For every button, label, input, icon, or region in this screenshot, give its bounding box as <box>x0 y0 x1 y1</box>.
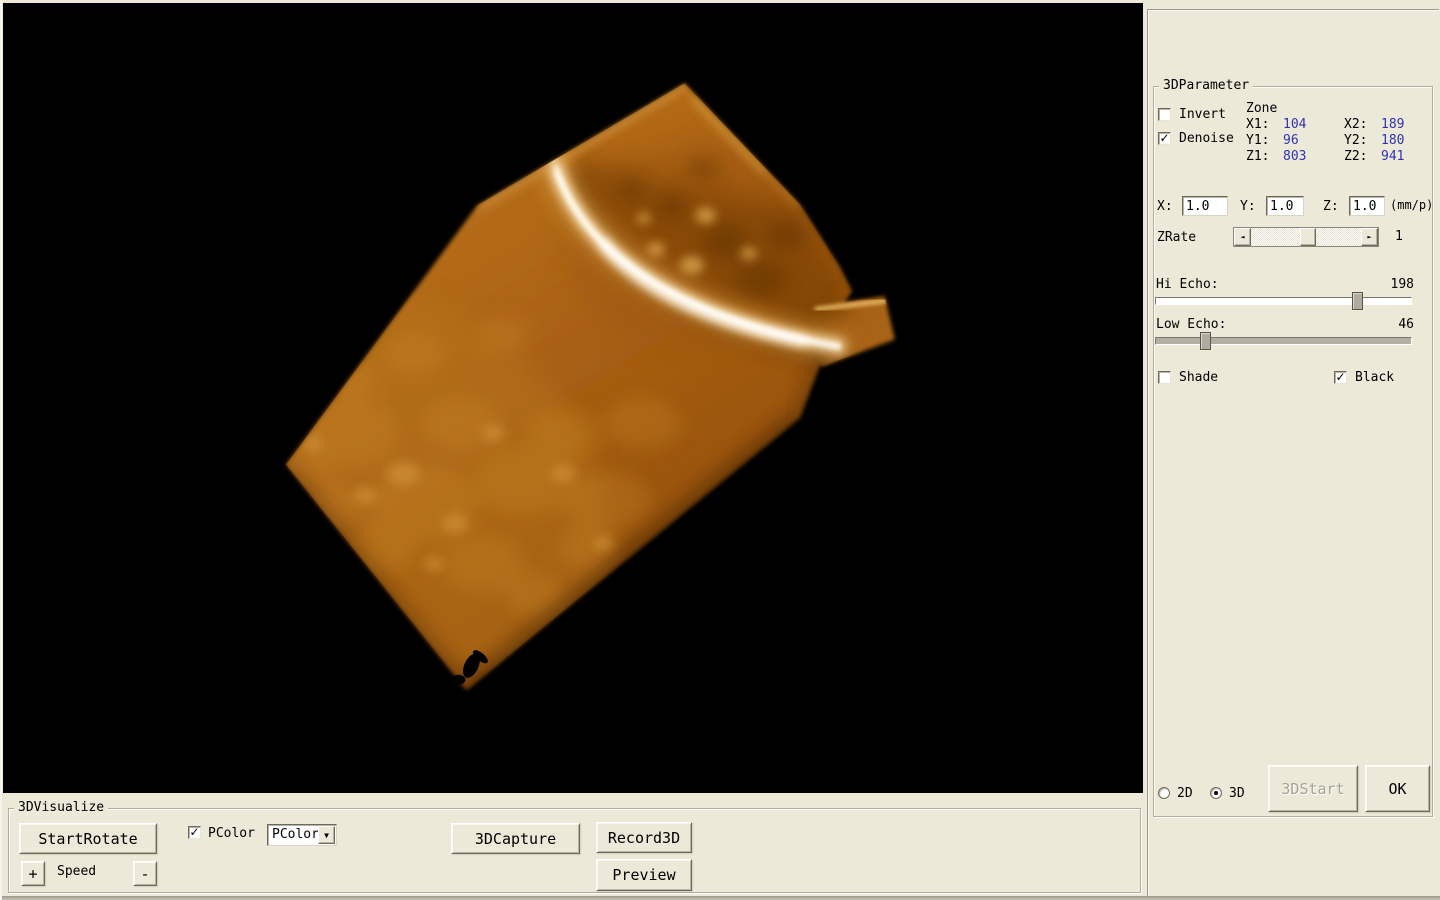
mode-2d-label: 2D <box>1177 786 1193 801</box>
low-echo-slider-track[interactable] <box>1155 337 1412 345</box>
zone-x1-label: X1: <box>1246 117 1269 132</box>
speed-label: Speed <box>57 864 96 879</box>
zone-x2-value: 189 <box>1381 117 1404 132</box>
zone-z2-value: 941 <box>1381 149 1404 164</box>
invert-label: Invert <box>1179 107 1226 122</box>
hi-echo-label: Hi Echo: <box>1156 277 1219 292</box>
ultrasound-volume-render <box>3 3 1143 793</box>
viewer-canvas[interactable] <box>3 3 1143 793</box>
zone-z1-label: Z1: <box>1246 149 1269 164</box>
mode-2d-radio[interactable] <box>1158 787 1170 799</box>
start-3d-button: 3DStart <box>1268 765 1358 812</box>
scale-unit-label: (mm/p) <box>1390 198 1433 213</box>
window-bottom-edge <box>0 896 1440 900</box>
ok-button[interactable]: OK <box>1365 765 1430 812</box>
check-icon: ✓ <box>189 827 199 837</box>
zrate-label: ZRate <box>1157 230 1196 245</box>
pcolor-checkbox[interactable]: ✓ <box>188 826 201 839</box>
zone-y1-label: Y1: <box>1246 133 1269 148</box>
zrate-scrollbar[interactable]: ◄ ► <box>1233 227 1379 247</box>
pcolor-dropdown[interactable]: PColor ▼ <box>267 824 337 846</box>
z-scale-input[interactable] <box>1349 196 1385 216</box>
check-icon: ✓ <box>1159 133 1169 143</box>
zone-x2-label: X2: <box>1344 117 1367 132</box>
hi-echo-value: 198 <box>1370 277 1414 292</box>
preview-button[interactable]: Preview <box>596 859 692 891</box>
z-scale-label: Z: <box>1323 199 1339 214</box>
invert-checkbox[interactable] <box>1158 108 1171 121</box>
record-3d-button[interactable]: Record3D <box>596 822 692 853</box>
shade-checkbox[interactable] <box>1158 371 1171 384</box>
zrate-right-arrow-icon[interactable]: ► <box>1361 228 1378 246</box>
app-window: 3DParameter Invert ✓ Denoise Zone X1: 10… <box>0 0 1440 900</box>
mode-3d-label: 3D <box>1229 786 1245 801</box>
y-scale-input[interactable] <box>1266 196 1304 216</box>
hi-echo-slider-thumb[interactable] <box>1352 292 1363 310</box>
x-scale-label: X: <box>1157 199 1173 214</box>
window-left-edge <box>0 0 2 900</box>
pcolor-label: PColor <box>208 826 255 841</box>
mode-3d-radio[interactable] <box>1210 787 1222 799</box>
zone-y2-value: 180 <box>1381 133 1404 148</box>
shade-label: Shade <box>1179 370 1218 385</box>
zrate-scrollbar-thumb[interactable] <box>1300 228 1316 246</box>
pcolor-dropdown-value: PColor <box>272 827 319 842</box>
zone-z2-label: Z2: <box>1344 149 1367 164</box>
low-echo-slider-thumb[interactable] <box>1200 332 1211 350</box>
zone-x1-value: 104 <box>1283 117 1306 132</box>
zone-title: Zone <box>1246 101 1277 116</box>
denoise-checkbox[interactable]: ✓ <box>1158 132 1171 145</box>
black-checkbox[interactable]: ✓ <box>1334 371 1347 384</box>
zone-z1-value: 803 <box>1283 149 1306 164</box>
black-label: Black <box>1355 370 1394 385</box>
low-echo-label: Low Echo: <box>1156 317 1226 332</box>
parameter-group-title: 3DParameter <box>1159 78 1253 93</box>
zrate-left-arrow-icon[interactable]: ◄ <box>1234 228 1251 246</box>
low-echo-value: 46 <box>1370 317 1414 332</box>
zrate-value: 1 <box>1395 229 1403 244</box>
zone-y2-label: Y2: <box>1344 133 1367 148</box>
dropdown-arrow-icon[interactable]: ▼ <box>318 826 335 844</box>
speed-plus-button[interactable]: + <box>21 861 45 886</box>
denoise-label: Denoise <box>1179 131 1234 146</box>
start-rotate-button[interactable]: StartRotate <box>19 823 157 854</box>
visualize-group-title: 3DVisualize <box>14 800 108 815</box>
y-scale-label: Y: <box>1240 199 1256 214</box>
hi-echo-slider-track[interactable] <box>1155 297 1412 305</box>
check-icon: ✓ <box>1335 372 1345 382</box>
speed-minus-button[interactable]: - <box>133 861 157 886</box>
zone-y1-value: 96 <box>1283 133 1299 148</box>
x-scale-input[interactable] <box>1182 196 1228 216</box>
capture-3d-button[interactable]: 3DCapture <box>451 823 580 854</box>
